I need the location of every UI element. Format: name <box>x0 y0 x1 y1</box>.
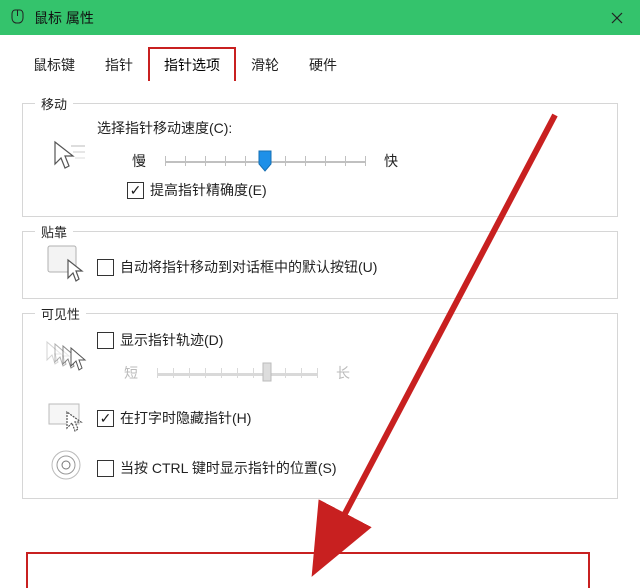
group-motion: 移动 选择指针移动速度(C): 慢 <box>22 103 618 217</box>
enhance-precision-label: 提高指针精确度(E) <box>150 180 267 200</box>
group-snap-legend: 贴靠 <box>35 222 73 241</box>
window-icon <box>10 8 26 27</box>
trails-slider-thumb <box>262 362 276 384</box>
hide-typing-icon <box>37 398 97 432</box>
tab-buttons[interactable]: 鼠标键 <box>18 48 90 81</box>
hide-when-typing-checkbox[interactable]: ✓ <box>97 410 114 427</box>
tab-pointers[interactable]: 指针 <box>90 48 148 81</box>
ctrl-locate-icon <box>37 448 97 482</box>
snap-to-default-label: 自动将指针移动到对话框中的默认按钮(U) <box>120 257 377 277</box>
pointer-speed-label: 选择指针移动速度(C): <box>97 118 603 138</box>
trails-icon <box>37 340 97 376</box>
group-visibility: 可见性 显示指针轨迹(D) 短 <box>22 313 618 499</box>
tab-hardware[interactable]: 硬件 <box>294 48 352 81</box>
close-button[interactable] <box>594 0 640 35</box>
show-trails-label: 显示指针轨迹(D) <box>120 330 223 350</box>
group-visibility-legend: 可见性 <box>35 304 86 323</box>
annotation-highlight-ctrl <box>26 552 590 588</box>
speed-fast-label: 快 <box>379 151 403 171</box>
close-icon <box>611 12 623 24</box>
trails-short-label: 短 <box>119 363 143 383</box>
mouse-properties-window: 鼠标 属性 鼠标键 指针 指针选项 滑轮 硬件 移动 <box>0 0 640 588</box>
tab-wheel[interactable]: 滑轮 <box>236 48 294 81</box>
hide-when-typing-label: 在打字时隐藏指针(H) <box>120 408 251 428</box>
enhance-precision-checkbox[interactable]: ✓ <box>127 182 144 199</box>
tab-bar: 鼠标键 指针 指针选项 滑轮 硬件 <box>0 35 640 81</box>
snap-icon <box>37 242 97 282</box>
tab-pointer-options[interactable]: 指针选项 <box>148 47 236 81</box>
snap-to-default-checkbox[interactable] <box>97 259 114 276</box>
show-trails-checkbox[interactable] <box>97 332 114 349</box>
titlebar: 鼠标 属性 <box>0 0 640 35</box>
pointer-speed-slider[interactable] <box>165 150 365 172</box>
trails-long-label: 长 <box>331 363 355 383</box>
show-location-ctrl-checkbox[interactable] <box>97 460 114 477</box>
window-title: 鼠标 属性 <box>34 8 94 28</box>
speed-slider-thumb[interactable] <box>258 150 272 172</box>
group-snap: 贴靠 自动将指针移动到对话框中的默认按钮(U) <box>22 231 618 299</box>
speed-slow-label: 慢 <box>127 151 151 171</box>
group-motion-legend: 移动 <box>35 94 73 113</box>
client-area: 移动 选择指针移动速度(C): 慢 <box>0 81 640 499</box>
motion-speed-icon <box>37 138 97 176</box>
trails-slider <box>157 362 317 384</box>
show-location-ctrl-label: 当按 CTRL 键时显示指针的位置(S) <box>120 458 336 478</box>
